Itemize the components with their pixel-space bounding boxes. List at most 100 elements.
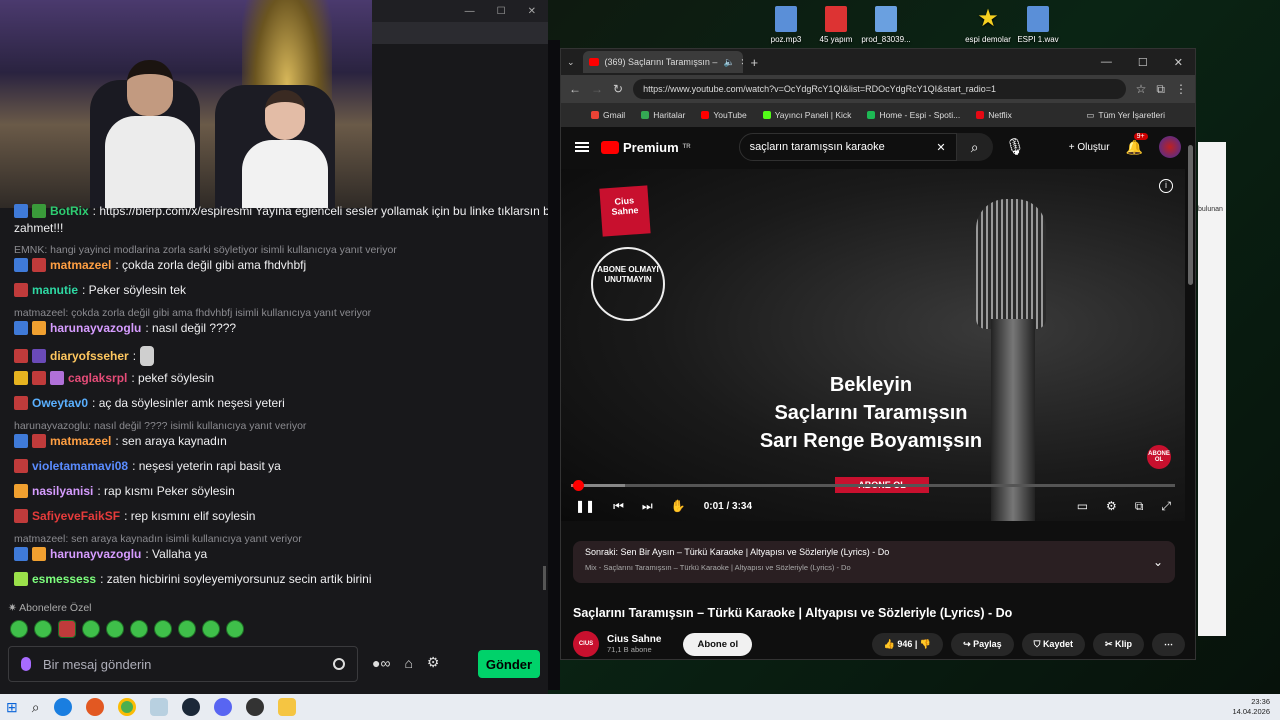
back-icon[interactable]: ← bbox=[569, 82, 581, 96]
all-bookmarks[interactable]: ▭ Tüm Yer İşaretleri bbox=[1086, 110, 1165, 121]
bookmark-gmail[interactable]: Gmail bbox=[591, 110, 625, 120]
firefox-icon[interactable] bbox=[85, 698, 104, 716]
emote-icon[interactable] bbox=[226, 620, 244, 638]
file-explorer-icon[interactable] bbox=[277, 698, 296, 716]
channel-name[interactable]: Cius Sahne bbox=[607, 634, 661, 645]
store-icon[interactable]: ⌂ bbox=[404, 655, 412, 671]
chat-scrollbar[interactable] bbox=[543, 566, 546, 590]
emote-icon[interactable] bbox=[154, 620, 172, 638]
like-button[interactable]: 👍 946 | 👎 bbox=[871, 632, 944, 656]
emote-icon[interactable] bbox=[10, 620, 28, 638]
emoji-icon[interactable] bbox=[333, 658, 345, 670]
desktop-icon-espi-wav[interactable]: ESPI 1.wav bbox=[1008, 6, 1068, 44]
bookmark-netflix[interactable]: Netflix bbox=[976, 110, 1012, 120]
emote-icon[interactable] bbox=[34, 620, 52, 638]
bookmark-spotify[interactable]: Home - Espi - Spoti... bbox=[867, 110, 960, 120]
volume-icon[interactable]: ✋ bbox=[671, 499, 686, 513]
speaker-icon[interactable]: 🔈 bbox=[723, 57, 734, 68]
new-tab-icon[interactable]: + bbox=[751, 55, 759, 70]
subscribe-button[interactable]: Abone ol bbox=[683, 632, 753, 656]
create-button[interactable]: + Oluştur bbox=[1069, 142, 1110, 153]
chat-message: harunayvazoglu: nasıl değil ???? bbox=[14, 321, 236, 335]
maps-icon bbox=[641, 111, 650, 119]
save-button[interactable]: ⛉ Kaydet bbox=[1021, 632, 1085, 656]
background-window[interactable]: bulunan bbox=[1198, 142, 1226, 636]
emote-icon[interactable] bbox=[202, 620, 220, 638]
thumbs-down-icon[interactable]: 👎 bbox=[920, 639, 931, 649]
bookmark-icon: ⛉ bbox=[1033, 638, 1043, 649]
share-icon: ↪ bbox=[963, 638, 974, 649]
url-field[interactable]: https://www.youtube.com/watch?v=OcYdgRcY… bbox=[633, 79, 1126, 99]
pause-icon[interactable]: ❚❚ bbox=[575, 499, 595, 513]
youtube-premium-logo[interactable]: Premium TR bbox=[601, 140, 691, 155]
clip-button[interactable]: ✂ Klip bbox=[1092, 632, 1144, 656]
bookmark-star-icon[interactable]: ☆ bbox=[1136, 82, 1147, 96]
previous-icon[interactable]: ⏮ bbox=[613, 499, 624, 514]
close-icon[interactable]: ✕ bbox=[1174, 56, 1183, 69]
forward-icon[interactable]: → bbox=[591, 82, 603, 96]
emote-icon[interactable] bbox=[106, 620, 124, 638]
steam-icon[interactable] bbox=[181, 698, 200, 716]
desktop-icon-prod[interactable]: prod_83039... bbox=[856, 6, 916, 44]
next-icon[interactable]: ⏭ bbox=[642, 499, 653, 514]
account-avatar[interactable] bbox=[1159, 136, 1181, 158]
menu-icon[interactable]: ⋮ bbox=[1175, 82, 1187, 96]
discord-icon[interactable] bbox=[213, 698, 232, 716]
emote-icon[interactable] bbox=[82, 620, 100, 638]
search-icon[interactable]: ⌕ bbox=[32, 699, 40, 716]
chat-message: diaryofsseher: bbox=[14, 346, 155, 366]
close-tab-icon[interactable]: ✕ bbox=[741, 57, 743, 68]
obs-icon[interactable] bbox=[245, 698, 264, 716]
minimize-icon[interactable]: — bbox=[1101, 56, 1112, 69]
chevron-down-icon[interactable]: ⌄ bbox=[1153, 555, 1163, 569]
chat-message: BotRix: https://blerp.com/x/espiresmi Ya… bbox=[14, 204, 552, 218]
chat-text-field[interactable] bbox=[43, 656, 321, 672]
miniplayer-icon[interactable]: ⧉ bbox=[1135, 499, 1144, 514]
search-input[interactable]: saçların taramışsın karaoke ✕ bbox=[738, 133, 957, 161]
up-next-panel[interactable]: Sonraki: Sen Bir Aysın – Türkü Karaoke |… bbox=[573, 541, 1175, 583]
bookmark-maps[interactable]: Haritalar bbox=[641, 110, 685, 120]
info-icon[interactable]: i bbox=[1159, 179, 1173, 193]
clear-search-icon[interactable]: ✕ bbox=[936, 141, 945, 154]
send-button[interactable]: Gönder bbox=[478, 650, 540, 678]
points-icon[interactable]: ●∞ bbox=[372, 655, 390, 671]
page-scrollbar[interactable] bbox=[1188, 145, 1193, 285]
microphone-icon[interactable] bbox=[21, 657, 31, 671]
system-clock[interactable]: 23:36 14.04.2026 bbox=[1232, 697, 1274, 717]
share-button[interactable]: ↪ Paylaş bbox=[951, 632, 1014, 656]
close-icon[interactable]: ✕ bbox=[528, 6, 536, 17]
app-icon[interactable] bbox=[149, 698, 168, 716]
emote-icon[interactable] bbox=[178, 620, 196, 638]
tab-youtube[interactable]: (369) Saçlarını Taramışsın – 🔈 ✕ bbox=[582, 51, 743, 73]
voice-search-icon[interactable]: 🎙 bbox=[1005, 137, 1025, 157]
fullscreen-icon[interactable]: ⤢ bbox=[1161, 499, 1171, 514]
emote-icon[interactable] bbox=[130, 620, 148, 638]
extensions-icon[interactable]: ⧉ bbox=[1156, 82, 1165, 97]
progress-bar[interactable] bbox=[571, 480, 1175, 491]
settings-icon[interactable]: ⚙ bbox=[1106, 499, 1117, 514]
subtitles-icon[interactable]: ▭ bbox=[1077, 499, 1088, 514]
gear-icon[interactable]: ⚙ bbox=[427, 654, 440, 671]
sub-badge-icon bbox=[32, 371, 46, 385]
maximize-icon[interactable]: ☐ bbox=[497, 6, 506, 17]
scrubber-handle[interactable] bbox=[573, 480, 584, 491]
search-button[interactable]: ⌕ bbox=[956, 133, 993, 161]
bookmark-youtube[interactable]: YouTube bbox=[701, 110, 747, 120]
channel-watermark[interactable]: ABONE OL bbox=[1147, 445, 1171, 469]
emote-icon[interactable] bbox=[58, 620, 76, 638]
reload-icon[interactable]: ↻ bbox=[613, 82, 623, 96]
chrome-icon[interactable] bbox=[117, 698, 136, 716]
more-actions-button[interactable]: ⋯ bbox=[1152, 632, 1185, 656]
edge-icon[interactable] bbox=[53, 698, 72, 716]
windows-start-icon[interactable]: ⊞ bbox=[6, 699, 18, 716]
moderator-badge-icon bbox=[14, 321, 28, 335]
minimize-icon[interactable]: — bbox=[465, 6, 475, 17]
hamburger-menu-icon[interactable] bbox=[575, 142, 589, 152]
maximize-icon[interactable]: ☐ bbox=[1138, 56, 1148, 69]
tab-search-icon[interactable]: ⌄ bbox=[567, 57, 575, 68]
chat-message-input[interactable] bbox=[8, 646, 358, 682]
video-player[interactable]: Cius Sahne ABONE OLMAYI UNUTMAYIN Bekley… bbox=[561, 169, 1185, 521]
bookmark-kick[interactable]: Yayıncı Paneli | Kick bbox=[762, 110, 851, 120]
channel-avatar[interactable]: CIUS bbox=[573, 631, 599, 657]
notifications-icon[interactable]: 🔔 9+ bbox=[1126, 132, 1148, 156]
